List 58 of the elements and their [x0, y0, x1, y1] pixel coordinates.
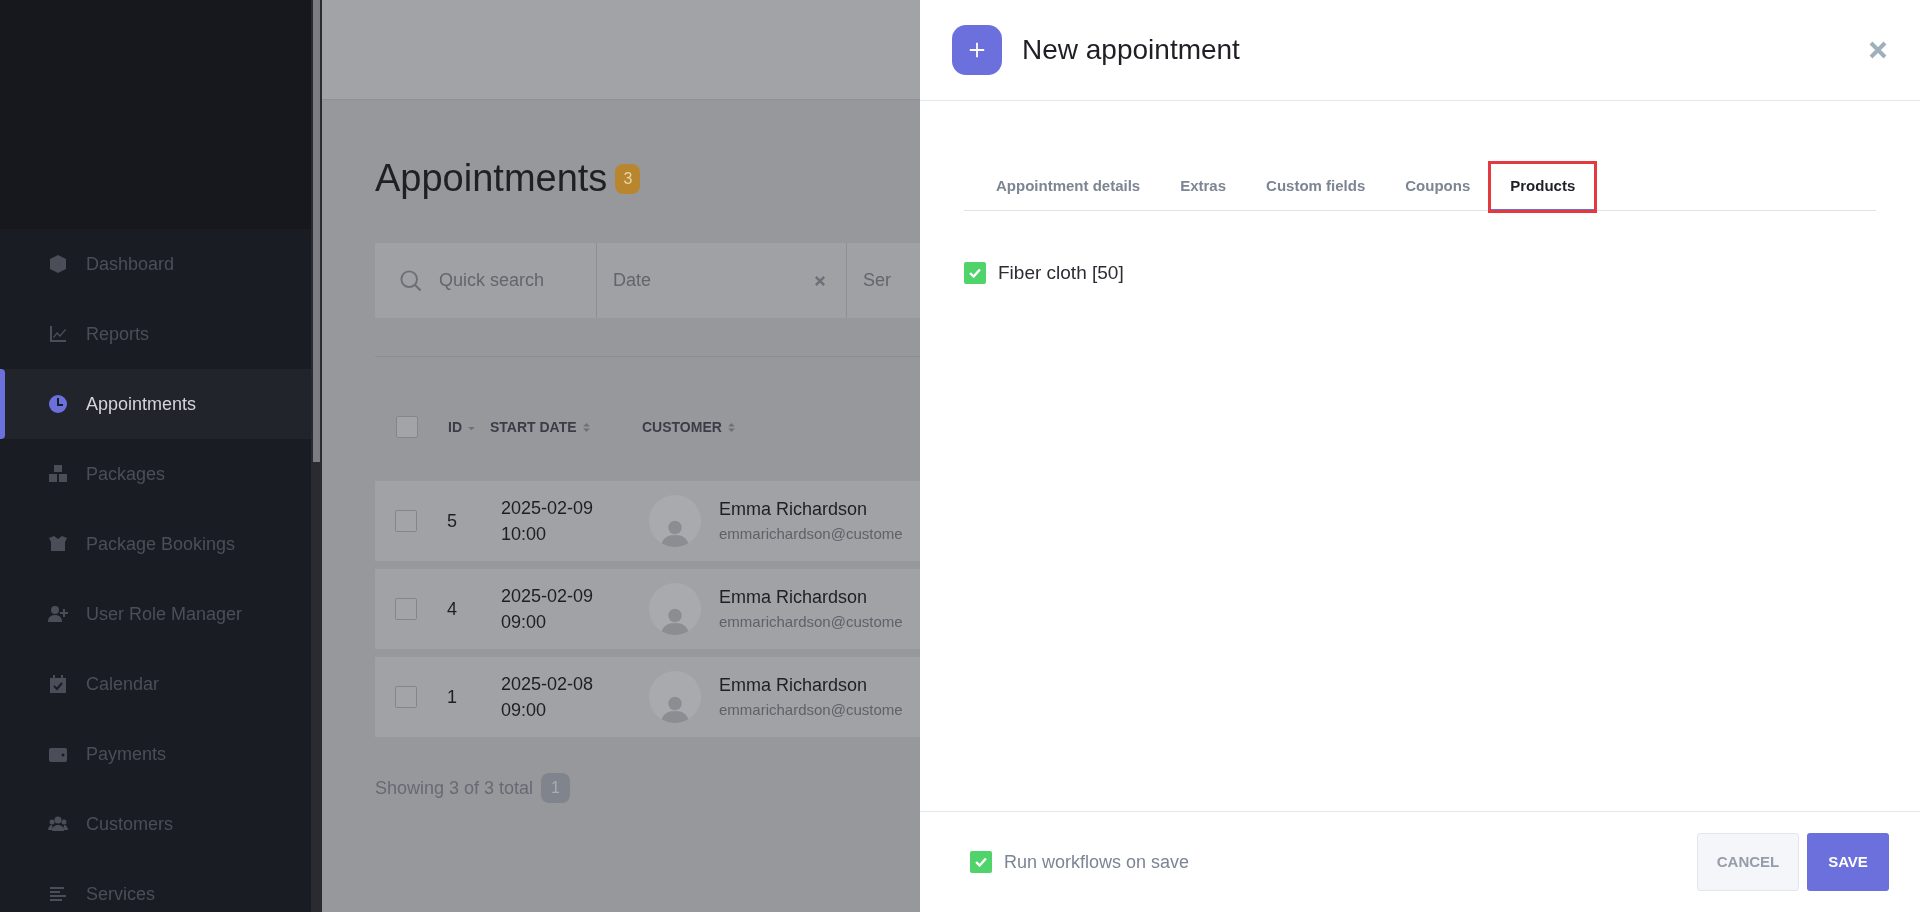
date-field[interactable]: Date: [613, 267, 652, 294]
tab[interactable]: Coupons: [1385, 163, 1491, 211]
table-cell-text: 09:00: [501, 699, 548, 722]
row-checkbox[interactable]: [395, 598, 417, 620]
search-icon: [399, 268, 423, 293]
panel-title: New appointment: [1022, 33, 1241, 67]
product-label: Fiber cloth [50]: [998, 261, 1124, 285]
customer-name: Emma Richardson: [719, 586, 869, 610]
customer-name: Emma Richardson: [719, 498, 869, 522]
check-icon: [974, 855, 988, 869]
customer-email: emmarichardson@custome: [719, 612, 903, 633]
scrollbar-thumb[interactable]: [313, 0, 320, 462]
tab[interactable]: Extras: [1160, 163, 1247, 211]
tab[interactable]: Appointment details: [976, 163, 1161, 211]
column-header[interactable]: CUSTOMER: [642, 416, 737, 438]
clear-icon: [814, 274, 826, 287]
table-row[interactable]: 1 2025-02-08 09:00 Emma Richardson emmarichardson@custome: [375, 657, 920, 737]
tab[interactable]: Products: [1490, 163, 1596, 211]
table-cell-text: 09:00: [501, 611, 548, 634]
search-field[interactable]: Quick search: [439, 267, 545, 294]
checkbox-label: Run workflows on save: [1004, 850, 1190, 874]
chart-icon: [48, 324, 68, 344]
table-cell-text: 2025-02-08: [501, 672, 595, 696]
boxes-icon: [48, 464, 68, 484]
count-badge: 3: [615, 163, 641, 194]
customer-email: emmarichardson@custome: [719, 700, 903, 721]
sidebar-item[interactable]: Appointments: [0, 369, 311, 439]
filter-field[interactable]: Ser: [863, 267, 891, 294]
cancel-button[interactable]: CANCEL: [1697, 833, 1799, 891]
cube-icon: [48, 254, 68, 274]
table-cell-text: 1: [446, 685, 458, 709]
table-row[interactable]: 5 2025-02-09 10:00 Emma Richardson emmarichardson@custome: [375, 481, 920, 561]
row-checkbox[interactable]: [395, 686, 417, 708]
table-cell-text: 2025-02-09: [501, 584, 595, 608]
user-plus-icon: [48, 604, 68, 624]
customer-email: emmarichardson@custome: [719, 524, 903, 545]
users-icon: [48, 814, 68, 834]
table-cell-text: 4: [446, 597, 458, 621]
select-all-checkbox[interactable]: [396, 416, 418, 438]
close-button[interactable]: [1868, 40, 1888, 60]
clock-icon: [48, 394, 68, 414]
list-icon: [48, 884, 68, 904]
check-icon: [968, 266, 982, 281]
row-checkbox[interactable]: [395, 510, 417, 532]
checkbox[interactable]: [970, 851, 992, 873]
checkbox[interactable]: [964, 262, 986, 285]
tab[interactable]: Custom fields: [1246, 163, 1386, 211]
table-cell-text: 5: [446, 509, 458, 533]
table-cell-text: 10:00: [501, 523, 548, 546]
customer-name: Emma Richardson: [719, 674, 869, 698]
column-header[interactable]: ID: [448, 416, 490, 438]
table-cell-text: 2025-02-09: [501, 496, 595, 520]
save-button[interactable]: SAVE: [1807, 833, 1889, 891]
column-header[interactable]: START DATE: [490, 416, 642, 438]
page-title: Appointments: [375, 156, 608, 201]
calendar-icon: [48, 674, 68, 694]
table-row[interactable]: 4 2025-02-09 09:00 Emma Richardson emmarichardson@custome: [375, 569, 920, 649]
plus-sign: [968, 41, 986, 59]
